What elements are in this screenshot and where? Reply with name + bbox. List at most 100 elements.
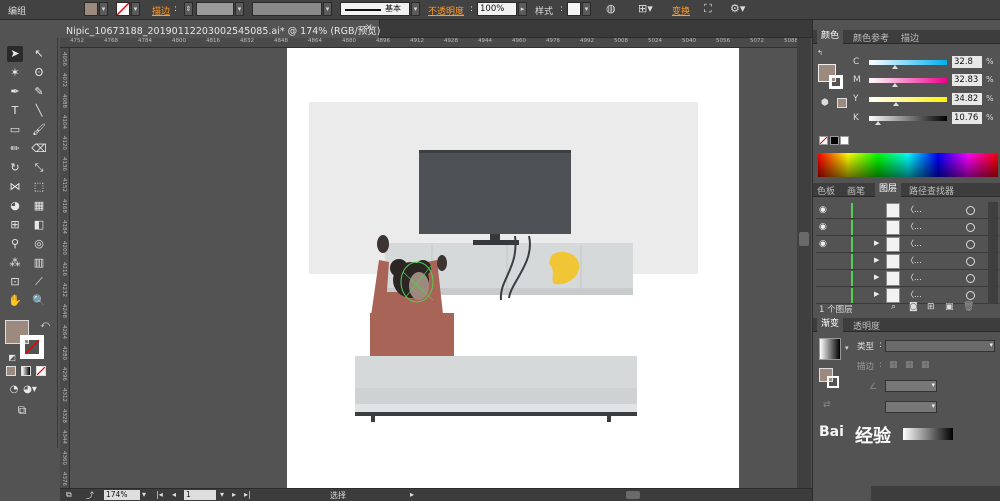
tv-screen[interactable] xyxy=(419,150,571,234)
artboard-nav-icon[interactable]: ⧉ xyxy=(66,490,72,500)
hand-tool-icon[interactable]: ✋ xyxy=(7,293,23,309)
cyan-slider[interactable]: C 32.8 % xyxy=(853,56,999,69)
recolor-artwork-icon[interactable]: ◍ xyxy=(606,2,616,15)
gradient-angle-input[interactable]: ▾ xyxy=(885,380,937,392)
black-swatch[interactable] xyxy=(830,136,839,145)
black-value-input[interactable]: 10.76 xyxy=(952,112,982,124)
stroke-weight-stepper[interactable]: ⇕ xyxy=(184,2,193,16)
stroke-gradient-along-icon[interactable]: ▦ xyxy=(905,360,914,370)
more-options-icon[interactable]: ⚙▾ xyxy=(730,2,745,15)
visibility-eye-icon[interactable]: ◉ xyxy=(819,205,827,215)
rotate-tool-icon[interactable]: ↻ xyxy=(7,160,23,176)
variable-width-profile[interactable] xyxy=(252,2,322,16)
tab-gradient[interactable]: 渐变 xyxy=(817,318,844,332)
stroke-swatch[interactable] xyxy=(116,2,130,16)
last-artboard-icon[interactable]: ▸| xyxy=(244,490,251,499)
black-slider[interactable]: K 10.76 % xyxy=(853,112,999,125)
zoom-input[interactable]: 174% xyxy=(104,490,140,500)
new-layer-icon[interactable]: ▣ xyxy=(945,302,954,312)
selection-tool-icon[interactable]: ➤ xyxy=(7,46,23,62)
column-graph-tool-icon[interactable]: ▥ xyxy=(31,255,47,271)
screen-mode-icon[interactable]: ⧉ xyxy=(14,402,30,418)
stroke-color-icon[interactable] xyxy=(20,335,44,359)
eraser-tool-icon[interactable]: ⌫ xyxy=(31,141,47,157)
rectangle-tool-icon[interactable]: ▭ xyxy=(7,122,23,138)
free-transform-tool-icon[interactable]: ⬚ xyxy=(31,179,47,195)
panel-stroke-swatch[interactable] xyxy=(829,75,843,89)
gamut-swatch[interactable] xyxy=(837,98,847,108)
gradient-type-select[interactable]: ▾ xyxy=(885,340,995,352)
stroke-gradient-across-icon[interactable]: ▦ xyxy=(921,360,930,370)
symbol-sprayer-tool-icon[interactable]: ⁂ xyxy=(7,255,23,271)
scrollbar-thumb[interactable] xyxy=(799,232,809,246)
layer-row[interactable]: ◉ ▶ 〈... xyxy=(816,236,999,253)
layer-row[interactable]: ◉ 〈... xyxy=(816,219,999,236)
gradient-preview-dropdown[interactable]: ▾ xyxy=(845,344,849,352)
white-swatch[interactable] xyxy=(840,136,849,145)
zoom-dropdown[interactable]: ▾ xyxy=(142,490,146,499)
gradient-tool-icon[interactable]: ◧ xyxy=(31,217,47,233)
delete-layer-icon[interactable]: 🗑 xyxy=(963,302,974,312)
layer-name[interactable]: 〈... xyxy=(906,221,922,232)
default-fill-stroke-icon[interactable]: ◩ xyxy=(4,350,20,366)
swap-fill-stroke-icon[interactable]: ⤺ xyxy=(37,317,53,333)
artboard-dropdown[interactable]: ▾ xyxy=(220,490,224,499)
canvas-scrollbar[interactable] xyxy=(797,38,811,488)
draw-mode-icon[interactable]: ◔ xyxy=(6,382,22,398)
target-circle-icon[interactable] xyxy=(966,291,975,300)
blend-tool-icon[interactable]: ◎ xyxy=(31,236,47,252)
layers-scrollbar[interactable] xyxy=(988,236,998,253)
magenta-slider[interactable]: M 32.83 % xyxy=(853,74,999,87)
layer-name[interactable]: 〈... xyxy=(906,255,922,266)
tab-color[interactable]: 颜色 xyxy=(817,30,844,44)
pen-tool-icon[interactable]: ✒ xyxy=(7,84,23,100)
magic-wand-tool-icon[interactable]: ✶ xyxy=(7,65,23,81)
profile-dropdown[interactable]: ▾ xyxy=(323,2,332,16)
draw-behind-icon[interactable]: ◕▾ xyxy=(22,382,38,398)
line-tool-icon[interactable]: ╲ xyxy=(31,103,47,119)
target-circle-icon[interactable] xyxy=(966,206,975,215)
layer-name[interactable]: 〈... xyxy=(906,204,922,215)
direct-selection-tool-icon[interactable]: ↖ xyxy=(31,46,47,62)
document-tab[interactable]: Nipic_10673188_20190112203002545085.ai* … xyxy=(60,20,380,38)
layers-scrollbar[interactable] xyxy=(988,270,998,287)
gradient-stroke-swatch[interactable] xyxy=(827,376,839,388)
brush-definition[interactable]: 基本 xyxy=(340,2,410,16)
swap-colors-icon[interactable]: ↰ xyxy=(817,49,823,57)
make-clipping-mask-icon[interactable]: ◙ xyxy=(909,302,918,312)
export-icon[interactable]: ⤴ xyxy=(86,490,94,501)
out-of-gamut-icon[interactable]: ⬢ xyxy=(821,98,829,108)
layers-scrollbar[interactable] xyxy=(988,219,998,236)
color-mode-icon[interactable] xyxy=(6,366,16,376)
graphic-style-dropdown[interactable]: ▾ xyxy=(582,2,591,16)
next-artboard-icon[interactable]: ▸ xyxy=(232,490,236,499)
curvature-tool-icon[interactable]: ✎ xyxy=(31,84,47,100)
tab-pathfinder[interactable]: 路径查找器 xyxy=(909,184,954,197)
close-icon[interactable]: × xyxy=(365,22,373,33)
gradient-mode-icon[interactable] xyxy=(21,366,31,376)
eyedropper-tool-icon[interactable]: ⚲ xyxy=(7,236,23,252)
yellow-slider[interactable]: Y 34.82 % xyxy=(853,93,999,106)
tab-swatches[interactable]: 色板 xyxy=(817,184,835,197)
target-circle-icon[interactable] xyxy=(966,223,975,232)
stroke-weight-input[interactable] xyxy=(196,2,234,16)
opacity-input[interactable]: 100% xyxy=(477,2,517,16)
layers-scrollbar[interactable] xyxy=(988,253,998,270)
pencil-tool-icon[interactable]: ✏ xyxy=(7,141,23,157)
none-mode-icon[interactable] xyxy=(36,366,46,376)
layer-name[interactable]: 〈... xyxy=(906,238,922,249)
layer-name[interactable]: 〈... xyxy=(906,289,922,300)
opacity-panel-link[interactable]: 不透明度 xyxy=(428,4,464,17)
zoom-tool-icon[interactable]: 🔍 xyxy=(31,293,47,309)
paintbrush-tool-icon[interactable]: 🖌 xyxy=(31,122,47,138)
tab-transparency[interactable]: 透明度 xyxy=(853,319,880,332)
stroke-panel-link[interactable]: 描边 xyxy=(152,4,170,17)
horizontal-scrollbar-thumb[interactable] xyxy=(626,491,640,499)
slice-tool-icon[interactable]: ⟋ xyxy=(31,274,47,290)
expand-triangle-icon[interactable]: ▶ xyxy=(874,256,879,264)
status-menu-icon[interactable]: ▸ xyxy=(410,490,414,499)
target-circle-icon[interactable] xyxy=(966,240,975,249)
new-sublayer-icon[interactable]: ⊞ xyxy=(927,302,935,312)
visibility-eye-icon[interactable]: ◉ xyxy=(819,222,827,232)
gradient-reverse-icon[interactable]: ⇄ xyxy=(823,400,831,410)
